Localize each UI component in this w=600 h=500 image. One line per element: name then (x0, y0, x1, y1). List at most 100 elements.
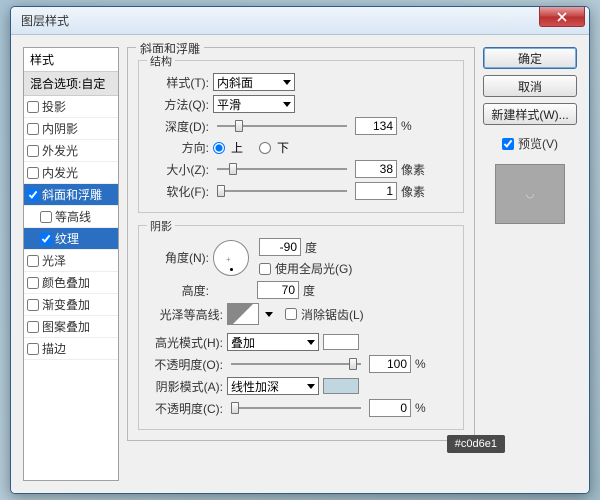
style-item-checkbox[interactable] (27, 189, 39, 201)
style-item-label: 光泽 (42, 252, 66, 269)
bevel-group: 斜面和浮雕 结构 样式(T): 内斜面 方法(Q): 平滑 深度(D): (127, 47, 475, 441)
highlight-opacity-label: 不透明度(O): (147, 356, 223, 373)
style-item-checkbox[interactable] (27, 123, 39, 135)
direction-down-radio[interactable] (259, 142, 271, 154)
global-light-checkbox[interactable] (259, 263, 271, 275)
style-item-label: 内发光 (42, 164, 78, 181)
soften-label: 软化(F): (147, 183, 209, 200)
preview-checkbox[interactable] (502, 138, 514, 150)
soften-input[interactable]: 1 (355, 182, 397, 200)
color-tooltip: #c0d6e1 (447, 435, 505, 453)
depth-input[interactable]: 134 (355, 117, 397, 135)
shadow-opacity-input[interactable]: 0 (369, 399, 411, 417)
gloss-contour-label: 光泽等高线: (147, 306, 223, 323)
style-item-斜面和浮雕[interactable]: 斜面和浮雕 (24, 184, 118, 206)
style-item-checkbox[interactable] (27, 321, 39, 333)
shadow-color-swatch[interactable] (323, 378, 359, 394)
styles-header: 样式 (24, 48, 118, 72)
new-style-button[interactable]: 新建样式(W)... (483, 103, 577, 125)
technique-select[interactable]: 平滑 (213, 95, 295, 113)
style-item-checkbox[interactable] (27, 167, 39, 179)
direction-label: 方向: (147, 139, 209, 156)
style-item-checkbox[interactable] (27, 277, 39, 289)
chevron-down-icon (283, 80, 291, 85)
structure-title: 结构 (147, 53, 175, 69)
depth-slider[interactable] (217, 117, 347, 135)
style-item-label: 描边 (42, 340, 66, 357)
depth-label: 深度(D): (147, 118, 209, 135)
style-item-label: 内阴影 (42, 120, 78, 137)
style-item-投影[interactable]: 投影 (24, 96, 118, 118)
altitude-input[interactable]: 70 (257, 281, 299, 299)
style-item-checkbox[interactable] (27, 101, 39, 113)
size-slider[interactable] (217, 160, 347, 178)
settings-panel: 斜面和浮雕 结构 样式(T): 内斜面 方法(Q): 平滑 深度(D): (127, 47, 475, 481)
style-item-checkbox[interactable] (27, 255, 39, 267)
dialog-content: 样式 混合选项:自定 投影内阴影外发光内发光斜面和浮雕等高线纹理光泽颜色叠加渐变… (11, 35, 589, 493)
dialog-window: 图层样式 样式 混合选项:自定 投影内阴影外发光内发光斜面和浮雕等高线纹理光泽颜… (10, 6, 590, 494)
style-item-外发光[interactable]: 外发光 (24, 140, 118, 162)
soften-slider[interactable] (217, 182, 347, 200)
style-item-描边[interactable]: 描边 (24, 338, 118, 360)
style-item-checkbox[interactable] (27, 145, 39, 157)
chevron-down-icon[interactable] (265, 312, 273, 317)
size-input[interactable]: 38 (355, 160, 397, 178)
style-item-label: 图案叠加 (42, 318, 90, 335)
highlight-opacity-slider[interactable] (231, 355, 361, 373)
shadow-mode-select[interactable]: 线性加深 (227, 377, 319, 395)
style-item-label: 斜面和浮雕 (42, 186, 102, 203)
highlight-mode-label: 高光模式(H): (147, 334, 223, 351)
size-label: 大小(Z): (147, 161, 209, 178)
altitude-label: 高度: (147, 282, 209, 299)
style-select[interactable]: 内斜面 (213, 73, 295, 91)
window-title: 图层样式 (21, 12, 69, 29)
highlight-opacity-input[interactable]: 100 (369, 355, 411, 373)
style-item-等高线[interactable]: 等高线 (24, 206, 118, 228)
style-item-label: 纹理 (55, 230, 79, 247)
direction-up-radio[interactable] (213, 142, 225, 154)
shadow-opacity-slider[interactable] (231, 399, 361, 417)
style-item-label: 投影 (42, 98, 66, 115)
chevron-down-icon (307, 340, 315, 345)
antialias-checkbox[interactable] (285, 308, 297, 320)
style-item-checkbox[interactable] (40, 211, 52, 223)
preview-thumbnail: ◡ (495, 164, 565, 224)
ok-button[interactable]: 确定 (483, 47, 577, 69)
structure-group: 结构 样式(T): 内斜面 方法(Q): 平滑 深度(D): 134 (138, 60, 464, 213)
angle-dial[interactable]: + (213, 240, 249, 276)
shading-group: 阴影 角度(N): + -90 度 使用全局光(G) (138, 225, 464, 430)
style-item-checkbox[interactable] (27, 343, 39, 355)
style-item-label: 渐变叠加 (42, 296, 90, 313)
close-button[interactable] (539, 7, 585, 27)
style-item-颜色叠加[interactable]: 颜色叠加 (24, 272, 118, 294)
styles-list: 样式 混合选项:自定 投影内阴影外发光内发光斜面和浮雕等高线纹理光泽颜色叠加渐变… (23, 47, 119, 481)
style-item-checkbox[interactable] (40, 233, 52, 245)
angle-label: 角度(N): (147, 249, 209, 266)
chevron-down-icon (283, 102, 291, 107)
shading-title: 阴影 (147, 218, 175, 234)
style-item-渐变叠加[interactable]: 渐变叠加 (24, 294, 118, 316)
blend-options-header[interactable]: 混合选项:自定 (24, 72, 118, 96)
cancel-button[interactable]: 取消 (483, 75, 577, 97)
style-item-内阴影[interactable]: 内阴影 (24, 118, 118, 140)
style-item-checkbox[interactable] (27, 299, 39, 311)
style-item-内发光[interactable]: 内发光 (24, 162, 118, 184)
style-label: 样式(T): (147, 74, 209, 91)
action-panel: 确定 取消 新建样式(W)... 预览(V) ◡ (483, 47, 577, 481)
chevron-down-icon (307, 384, 315, 389)
gloss-contour-picker[interactable] (227, 303, 259, 325)
close-icon (557, 12, 567, 22)
highlight-color-swatch[interactable] (323, 334, 359, 350)
highlight-mode-select[interactable]: 叠加 (227, 333, 319, 351)
style-item-label: 颜色叠加 (42, 274, 90, 291)
shadow-opacity-label: 不透明度(C): (147, 400, 223, 417)
style-item-纹理[interactable]: 纹理 (24, 228, 118, 250)
style-item-label: 外发光 (42, 142, 78, 159)
style-item-图案叠加[interactable]: 图案叠加 (24, 316, 118, 338)
shadow-mode-label: 阴影模式(A): (147, 378, 223, 395)
angle-input[interactable]: -90 (259, 238, 301, 256)
titlebar: 图层样式 (11, 7, 589, 35)
technique-label: 方法(Q): (147, 96, 209, 113)
style-item-光泽[interactable]: 光泽 (24, 250, 118, 272)
style-item-label: 等高线 (55, 208, 91, 225)
